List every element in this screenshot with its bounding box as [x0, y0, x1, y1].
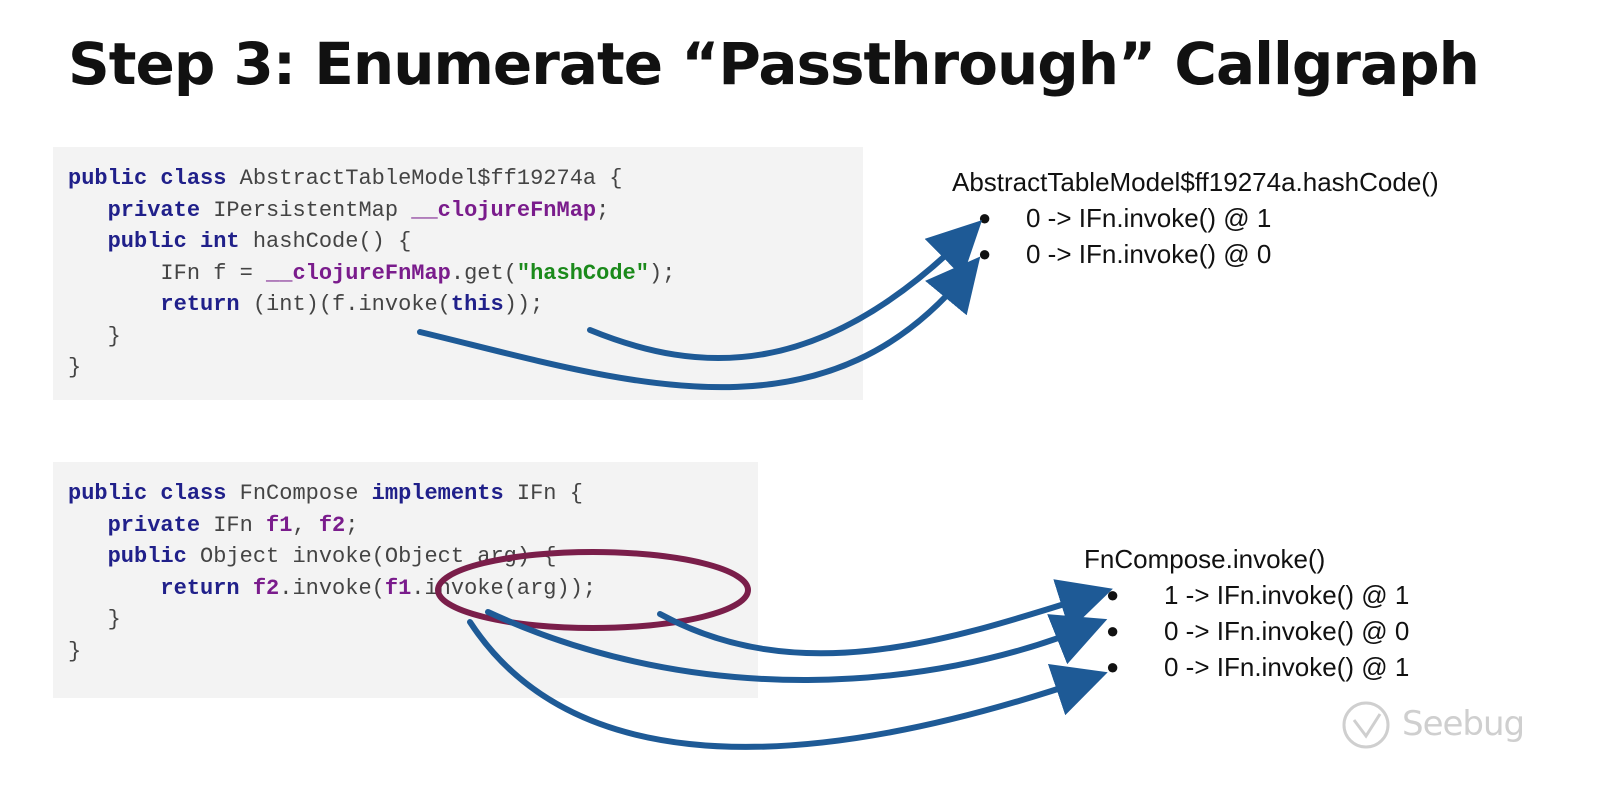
code-token: public int: [107, 229, 240, 254]
callgraph-header: FnCompose.invoke(): [1084, 544, 1326, 574]
bullet-icon: ●: [1106, 618, 1120, 643]
code-token: private: [107, 197, 201, 223]
code-token: __clojureFnMap: [266, 260, 451, 286]
code-line: }: [68, 321, 863, 353]
code-token: ,: [292, 512, 319, 538]
code-token: .invoke(: [279, 575, 385, 601]
callgraph-fncompose: FnCompose.invoke() ● 1 -> IFn.invoke() @ …: [1084, 541, 1409, 685]
code-token: ;: [345, 512, 359, 538]
callgraph-item: ● 0 -> IFn.invoke() @ 0: [1106, 613, 1409, 649]
code-line: }: [68, 352, 863, 384]
code-token: hashCode() {: [239, 229, 412, 254]
code-token: }: [68, 323, 121, 349]
code-token: IPersistentMap: [200, 197, 412, 223]
watermark-text: Seebug: [1402, 704, 1525, 744]
code-line: public class FnCompose implements IFn {: [68, 478, 758, 510]
code-token: FnCompose: [226, 481, 372, 506]
callgraph-item: ● 0 -> IFn.invoke() @ 1: [978, 200, 1439, 236]
callgraph-item-text: 1 -> IFn.invoke() @ 1: [1164, 580, 1410, 610]
code-token: .invoke(arg));: [411, 575, 597, 601]
code-token: return: [160, 292, 240, 317]
code-line: IFn f = __clojureFnMap.get("hashCode");: [68, 258, 863, 290]
code-token: this: [450, 292, 504, 317]
code-token: private: [107, 512, 201, 538]
seebug-logo-icon: [1342, 701, 1390, 749]
code-token: public: [107, 544, 187, 569]
code-token: AbstractTableModel$ff19274a {: [226, 166, 623, 191]
code-token: IFn f =: [68, 260, 267, 286]
code-line: public class AbstractTableModel$ff19274a…: [68, 163, 863, 195]
code-token: IFn: [200, 512, 267, 538]
code-block-fn-compose: public class FnCompose implements IFn { …: [53, 462, 758, 698]
callgraph-item-text: 0 -> IFn.invoke() @ 0: [1026, 239, 1272, 269]
code-token: f1: [384, 575, 412, 601]
callgraph-header: AbstractTableModel$ff19274a.hashCode(): [952, 167, 1439, 197]
code-line: }: [68, 636, 758, 668]
code-token: implements: [371, 481, 504, 506]
code-token: }: [68, 355, 82, 380]
code-token: }: [68, 607, 121, 632]
code-token: (int)(f.invoke(: [239, 292, 451, 317]
code-token: f2: [318, 512, 346, 538]
code-token: public class: [68, 166, 227, 191]
code-token: IFn {: [503, 481, 583, 506]
callgraph-item: ● 0 -> IFn.invoke() @ 1: [1106, 649, 1409, 685]
code-line: return f2.invoke(f1.invoke(arg));: [68, 573, 758, 605]
callgraph-item-text: 0 -> IFn.invoke() @ 0: [1164, 616, 1410, 646]
bullet-icon: ●: [978, 205, 992, 230]
code-token: Object invoke(Object arg) {: [186, 544, 557, 569]
callgraph-hashcode: AbstractTableModel$ff19274a.hashCode() ●…: [952, 164, 1439, 272]
seebug-logo: Seebug: [1336, 700, 1536, 750]
code-token: public class: [68, 481, 227, 506]
code-token: .get(: [450, 260, 517, 286]
code-line: private IFn f1, f2;: [68, 510, 758, 542]
code-block-abstract-table-model: public class AbstractTableModel$ff19274a…: [53, 147, 863, 400]
code-line: public Object invoke(Object arg) {: [68, 541, 758, 573]
callgraph-item: ● 1 -> IFn.invoke() @ 1: [1106, 577, 1409, 613]
code-token: ));: [503, 292, 544, 317]
code-line: private IPersistentMap __clojureFnMap;: [68, 195, 863, 227]
bullet-icon: ●: [1106, 582, 1120, 607]
code-line: }: [68, 604, 758, 636]
callgraph-item-text: 0 -> IFn.invoke() @ 1: [1164, 652, 1410, 682]
code-token: f1: [266, 512, 293, 538]
code-token: ;: [596, 197, 610, 223]
code-token: return: [160, 575, 240, 601]
code-token: __clojureFnMap: [411, 197, 597, 223]
code-token: "hashCode": [516, 260, 649, 286]
code-line: return (int)(f.invoke(this));: [68, 289, 863, 321]
code-token: f2: [252, 575, 280, 601]
bullet-icon: ●: [978, 241, 992, 266]
code-token: }: [68, 638, 82, 664]
code-line: public int hashCode() {: [68, 226, 863, 258]
slide-title: Step 3: Enumerate “Passthrough” Callgrap…: [68, 30, 1480, 98]
code-token: );: [648, 260, 676, 286]
callgraph-item-text: 0 -> IFn.invoke() @ 1: [1026, 203, 1272, 233]
callgraph-item: ● 0 -> IFn.invoke() @ 0: [978, 236, 1439, 272]
bullet-icon: ●: [1106, 654, 1120, 679]
